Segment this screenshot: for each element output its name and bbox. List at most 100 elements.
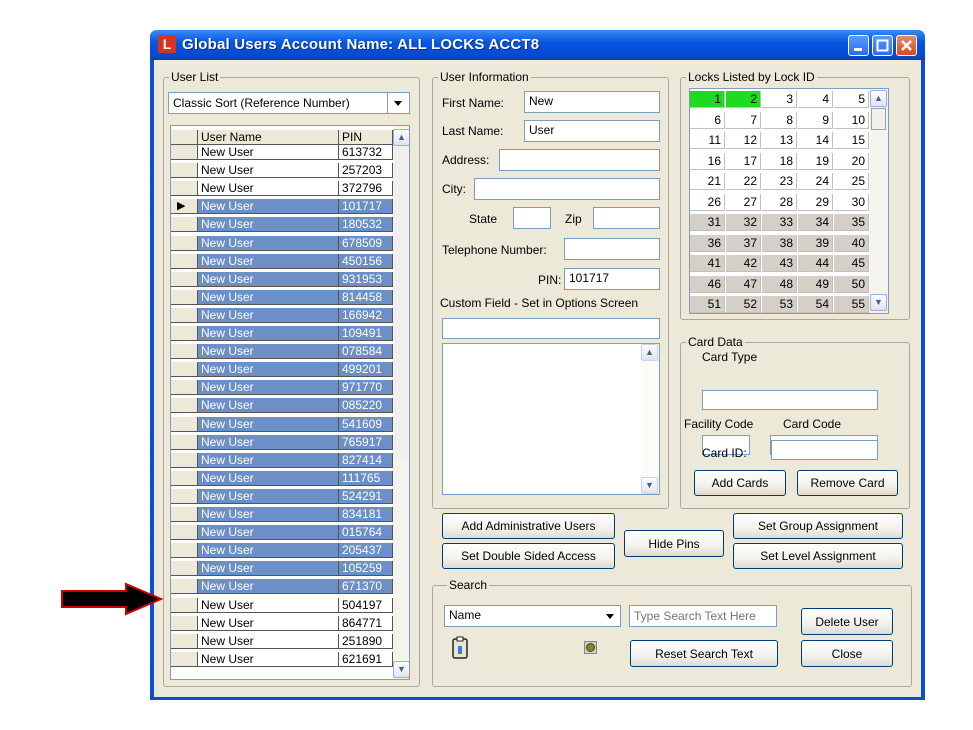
table-row[interactable]: ▶ New User 101717: [171, 199, 393, 215]
pin-cell[interactable]: 678509: [339, 235, 393, 251]
minimize-button[interactable]: [848, 35, 869, 56]
table-row[interactable]: New User 931953: [171, 271, 393, 287]
scroll-down-button[interactable]: ▼: [393, 661, 409, 678]
row-selector[interactable]: [171, 597, 198, 613]
lock-cell[interactable]: 30: [834, 193, 869, 211]
lock-cell[interactable]: 7: [726, 111, 761, 129]
pin-cell[interactable]: 499201: [339, 362, 393, 378]
table-row[interactable]: New User 015764: [171, 525, 393, 541]
lock-cell[interactable]: 51: [690, 296, 725, 313]
delete-user-button[interactable]: Delete User: [801, 608, 893, 635]
custom-field-input[interactable]: [442, 318, 660, 339]
user-name-cell[interactable]: New User: [198, 470, 339, 486]
user-name-cell[interactable]: New User: [198, 307, 339, 323]
lock-cell[interactable]: 39: [798, 234, 833, 252]
pin-cell[interactable]: 015764: [339, 525, 393, 541]
lock-scroll-up-button[interactable]: ▲: [870, 90, 887, 107]
pin-cell[interactable]: 931953: [339, 271, 393, 287]
user-name-cell[interactable]: New User: [198, 507, 339, 522]
pin-cell[interactable]: 834181: [339, 507, 393, 522]
lock-cell[interactable]: 3: [762, 91, 797, 108]
user-name-cell[interactable]: New User: [198, 289, 339, 305]
pin-cell[interactable]: 257203: [339, 163, 393, 179]
user-grid-scrollbar[interactable]: ▲ ▼: [393, 126, 409, 679]
lock-cell[interactable]: 55: [834, 296, 869, 313]
pin-cell[interactable]: 504197: [339, 597, 393, 613]
lock-cell[interactable]: 52: [726, 296, 761, 313]
card-type-field[interactable]: [702, 390, 878, 410]
table-row[interactable]: New User 814458: [171, 289, 393, 305]
pin-cell[interactable]: 621691: [339, 651, 393, 667]
add-administrative-users-button[interactable]: Add Administrative Users: [442, 513, 615, 539]
table-row[interactable]: New User 765917: [171, 434, 393, 450]
row-selector[interactable]: [171, 525, 198, 541]
user-name-cell[interactable]: New User: [198, 597, 339, 613]
row-selector[interactable]: [171, 307, 198, 323]
close-button[interactable]: Close: [801, 640, 893, 667]
table-row[interactable]: New User 078584: [171, 344, 393, 360]
table-row[interactable]: New User 504197: [171, 597, 393, 613]
row-selector[interactable]: [171, 380, 198, 396]
table-row[interactable]: New User 105259: [171, 561, 393, 577]
row-selector[interactable]: [171, 163, 198, 179]
table-row[interactable]: New User 109491: [171, 326, 393, 341]
user-name-cell[interactable]: New User: [198, 235, 339, 251]
pin-cell[interactable]: 166942: [339, 307, 393, 323]
row-selector[interactable]: [171, 651, 198, 667]
pin-cell[interactable]: 541609: [339, 416, 393, 432]
column-header-user-name[interactable]: User Name: [198, 130, 339, 145]
user-name-cell[interactable]: New User: [198, 416, 339, 432]
row-selector[interactable]: [171, 271, 198, 287]
user-name-cell[interactable]: New User: [198, 452, 339, 468]
notes-textarea[interactable]: ▲ ▼: [442, 343, 660, 495]
search-field-dropdown-button[interactable]: [601, 605, 621, 627]
table-row[interactable]: New User 524291: [171, 488, 393, 504]
last-name-field[interactable]: User: [524, 120, 660, 142]
lock-cell[interactable]: 34: [798, 214, 833, 231]
user-name-cell[interactable]: New User: [198, 163, 339, 179]
user-name-cell[interactable]: New User: [198, 615, 339, 631]
lock-cell[interactable]: 23: [762, 173, 797, 190]
lock-cell[interactable]: 32: [726, 214, 761, 231]
table-row[interactable]: New User 613732: [171, 145, 393, 160]
row-selector[interactable]: [171, 235, 198, 251]
table-row[interactable]: New User 864771: [171, 615, 393, 631]
table-row[interactable]: New User 827414: [171, 452, 393, 468]
pin-cell[interactable]: 524291: [339, 488, 393, 504]
phone-field[interactable]: [564, 238, 660, 260]
lock-cell[interactable]: 6: [690, 111, 725, 129]
row-selector[interactable]: [171, 145, 198, 160]
row-selector[interactable]: [171, 579, 198, 595]
pin-cell[interactable]: 111765: [339, 470, 393, 486]
user-name-cell[interactable]: New User: [198, 199, 339, 215]
lock-grid[interactable]: 1 2 3 4 5 6 7 8 9 10 11 12 13 14 15 16 17 18 19 20 21 22 23 24 2…: [689, 88, 889, 314]
lock-cell[interactable]: 36: [690, 234, 725, 252]
column-header-pin[interactable]: PIN: [339, 130, 393, 145]
user-name-cell[interactable]: New User: [198, 217, 339, 233]
lock-cell[interactable]: 48: [762, 275, 797, 293]
state-field[interactable]: [513, 207, 551, 229]
row-selector[interactable]: [171, 398, 198, 414]
user-name-cell[interactable]: New User: [198, 362, 339, 378]
table-row[interactable]: New User 372796: [171, 181, 393, 197]
lock-cell[interactable]: 4: [798, 91, 833, 108]
search-text-input[interactable]: [629, 605, 777, 627]
user-name-cell[interactable]: New User: [198, 398, 339, 414]
set-double-sided-access-button[interactable]: Set Double Sided Access: [442, 543, 615, 569]
lock-cell[interactable]: 44: [798, 255, 833, 272]
add-cards-button[interactable]: Add Cards: [694, 470, 786, 496]
pin-cell[interactable]: 109491: [339, 326, 393, 341]
maximize-button[interactable]: [872, 35, 893, 56]
lock-cell[interactable]: 45: [834, 255, 869, 272]
set-level-assignment-button[interactable]: Set Level Assignment: [733, 543, 903, 569]
lock-cell[interactable]: 5: [834, 91, 869, 108]
lock-scroll-down-button[interactable]: ▼: [870, 294, 887, 311]
row-selector[interactable]: [171, 181, 198, 197]
table-row[interactable]: New User 834181: [171, 507, 393, 522]
table-row[interactable]: New User 111765: [171, 470, 393, 486]
lock-cell[interactable]: 11: [690, 132, 725, 149]
lock-cell[interactable]: 47: [726, 275, 761, 293]
lock-cell[interactable]: 35: [834, 214, 869, 231]
lock-cell[interactable]: 9: [798, 111, 833, 129]
lock-cell[interactable]: 1: [690, 91, 725, 108]
